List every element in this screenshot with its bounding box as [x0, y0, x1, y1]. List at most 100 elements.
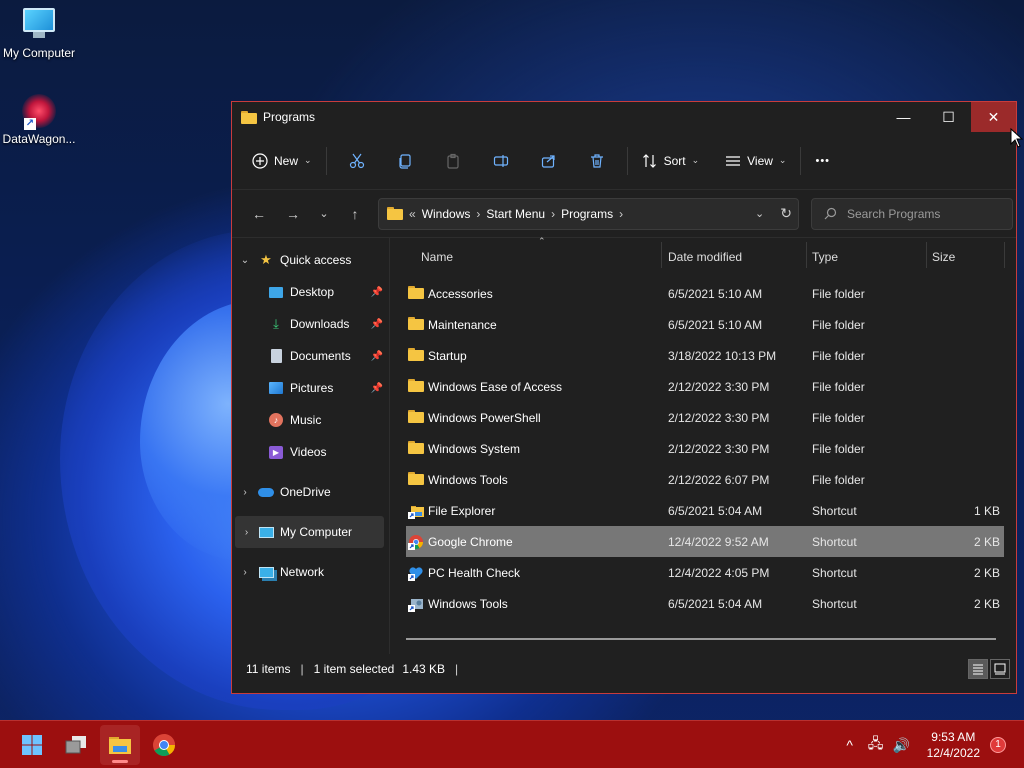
forward-button[interactable]: → — [276, 198, 310, 230]
new-button[interactable]: New ⌄ — [244, 145, 320, 177]
file-row[interactable]: Google Chrome 12/4/2022 9:52 AM Shortcut 2 … — [406, 526, 1004, 557]
breadcrumb-start-menu[interactable]: Start Menu — [486, 207, 545, 221]
folder-icon — [408, 317, 424, 331]
paste-button[interactable] — [429, 145, 477, 177]
chevron-up-icon[interactable]: ^ — [837, 737, 863, 753]
plus-circle-icon — [252, 152, 268, 169]
column-divider[interactable] — [926, 242, 927, 268]
column-divider[interactable] — [1004, 242, 1005, 268]
column-header-date[interactable]: Date modified — [668, 250, 742, 264]
rename-icon — [493, 154, 508, 167]
toolbar-divider — [325, 146, 327, 175]
file-row[interactable]: Startup 3/18/2022 10:13 PM File folder — [406, 340, 1004, 371]
copy-button[interactable] — [381, 145, 429, 177]
breadcrumb-programs[interactable]: Programs — [561, 207, 613, 221]
minimize-button[interactable]: — — [881, 102, 926, 132]
volume-icon[interactable]: 🔊 — [889, 737, 915, 754]
column-header-type[interactable]: Type — [812, 250, 838, 264]
selected-size: 1.43 KB — [402, 662, 446, 676]
file-row[interactable]: Windows Tools 6/5/2021 5:04 AM Shortcut 2 K… — [406, 588, 1004, 619]
column-divider[interactable] — [806, 242, 807, 268]
pin-icon[interactable]: 📌 — [371, 383, 383, 394]
pin-icon[interactable]: 📌 — [371, 319, 383, 330]
sidebar-item-videos[interactable]: ▶ Videos — [232, 436, 389, 468]
file-row[interactable]: Windows Tools 2/12/2022 6:07 PM File folde… — [406, 464, 1004, 495]
datawagon-logo-icon: ↗ — [22, 94, 56, 130]
file-row[interactable]: Windows System 2/12/2022 3:30 PM File fold… — [406, 433, 1004, 464]
sidebar-item-music[interactable]: ♪ Music — [232, 404, 389, 436]
file-type: File folder — [812, 442, 865, 456]
sidebar-item-documents[interactable]: Documents 📌 — [232, 340, 389, 372]
pc-health-shortcut-icon — [408, 565, 424, 581]
search-input[interactable]: Search Programs — [811, 197, 1013, 230]
sidebar-item-quick-access[interactable]: ⌄ ★ Quick access — [232, 244, 389, 276]
chevron-down-icon[interactable]: ⌄ — [232, 255, 258, 266]
view-button[interactable]: View ⌄ — [717, 145, 794, 177]
file-type: File folder — [812, 349, 865, 363]
column-header-name[interactable]: Name — [421, 250, 453, 264]
breadcrumb-windows[interactable]: Windows — [422, 207, 471, 221]
file-type: File folder — [812, 473, 865, 487]
trash-icon — [590, 153, 603, 168]
desktop-icon-datawagon[interactable]: ↗ DataWagon... — [1, 94, 77, 146]
clock-date: 12/4/2022 — [926, 746, 980, 760]
back-button[interactable]: ← — [242, 198, 276, 230]
file-row[interactable]: File Explorer 6/5/2021 5:04 AM Shortcut 1 K… — [406, 495, 1004, 526]
folder-icon — [408, 379, 424, 393]
file-date: 2/12/2022 3:30 PM — [668, 442, 770, 456]
file-row[interactable]: Windows PowerShell 2/12/2022 3:30 PM File … — [406, 402, 1004, 433]
sidebar-item-label: My Computer — [280, 525, 353, 539]
rename-button[interactable] — [477, 145, 525, 177]
file-row[interactable]: Maintenance 6/5/2021 5:10 AM File folder — [406, 309, 1004, 340]
desktop-icon — [268, 284, 284, 300]
sidebar-item-onedrive[interactable]: › OneDrive — [232, 476, 389, 508]
column-divider[interactable] — [661, 242, 662, 268]
chevron-right-icon[interactable]: › — [619, 207, 623, 221]
file-row[interactable]: Accessories 6/5/2021 5:10 AM File folder — [406, 278, 1004, 309]
horizontal-scrollbar[interactable] — [406, 638, 996, 640]
sidebar-item-desktop[interactable]: Desktop 📌 — [232, 276, 389, 308]
network-status-icon[interactable]: 🖧 — [863, 733, 889, 757]
breadcrumb-overflow[interactable]: « — [409, 207, 416, 221]
desktop-icon-label: My Computer — [2, 46, 76, 60]
address-history-chevron-icon[interactable]: ⌄ — [755, 207, 764, 220]
cut-button[interactable] — [333, 145, 381, 177]
sidebar-item-pictures[interactable]: Pictures 📌 — [232, 372, 389, 404]
tiles-view-button[interactable] — [990, 659, 1010, 679]
title-bar[interactable]: Programs — ☐ ✕ — [232, 102, 1016, 132]
pin-icon[interactable]: 📌 — [371, 287, 383, 298]
chevron-right-icon[interactable]: › — [476, 207, 480, 221]
more-icon: ••• — [815, 154, 831, 167]
folder-icon — [408, 348, 424, 362]
maximize-button[interactable]: ☐ — [926, 102, 971, 132]
share-button[interactable] — [525, 145, 573, 177]
task-view-button[interactable] — [56, 725, 96, 765]
file-explorer-taskbar-button[interactable] — [100, 724, 140, 765]
more-options-button[interactable]: ••• — [807, 145, 838, 177]
chrome-taskbar-button[interactable] — [144, 725, 184, 765]
delete-button[interactable] — [573, 145, 621, 177]
recent-locations-button[interactable]: ⌄ — [310, 198, 338, 230]
pin-icon[interactable]: 📌 — [371, 351, 383, 362]
file-row[interactable]: Windows Ease of Access 2/12/2022 3:30 PM F… — [406, 371, 1004, 402]
clock[interactable]: 9:53 AM 12/4/2022 — [927, 729, 980, 761]
file-row[interactable]: PC Health Check 12/4/2022 4:05 PM Shortcut… — [406, 557, 1004, 588]
address-bar[interactable]: « Windows › Start Menu › Programs › ⌄ ↻ — [378, 197, 799, 230]
clock-time: 9:53 AM — [931, 730, 976, 744]
sidebar-item-network[interactable]: › Network — [232, 556, 389, 588]
chevron-right-icon[interactable]: › — [235, 527, 258, 538]
start-button[interactable] — [12, 725, 52, 765]
chevron-right-icon[interactable]: › — [232, 487, 258, 498]
chevron-right-icon[interactable]: › — [551, 207, 555, 221]
sidebar-item-my-computer[interactable]: › My Computer — [235, 516, 384, 548]
sidebar-item-downloads[interactable]: ⤓ Downloads 📌 — [232, 308, 389, 340]
notification-badge[interactable]: 1 — [990, 737, 1006, 753]
refresh-icon[interactable]: ↻ — [780, 205, 792, 222]
column-header-size[interactable]: Size — [932, 250, 955, 264]
up-button[interactable]: ↑ — [338, 198, 372, 230]
chevron-right-icon[interactable]: › — [232, 567, 258, 578]
details-view-button[interactable] — [968, 659, 988, 679]
sort-button[interactable]: Sort ⌄ — [634, 145, 708, 177]
desktop-icon-my-computer[interactable]: My Computer — [1, 8, 77, 60]
file-date: 2/12/2022 3:30 PM — [668, 411, 770, 425]
